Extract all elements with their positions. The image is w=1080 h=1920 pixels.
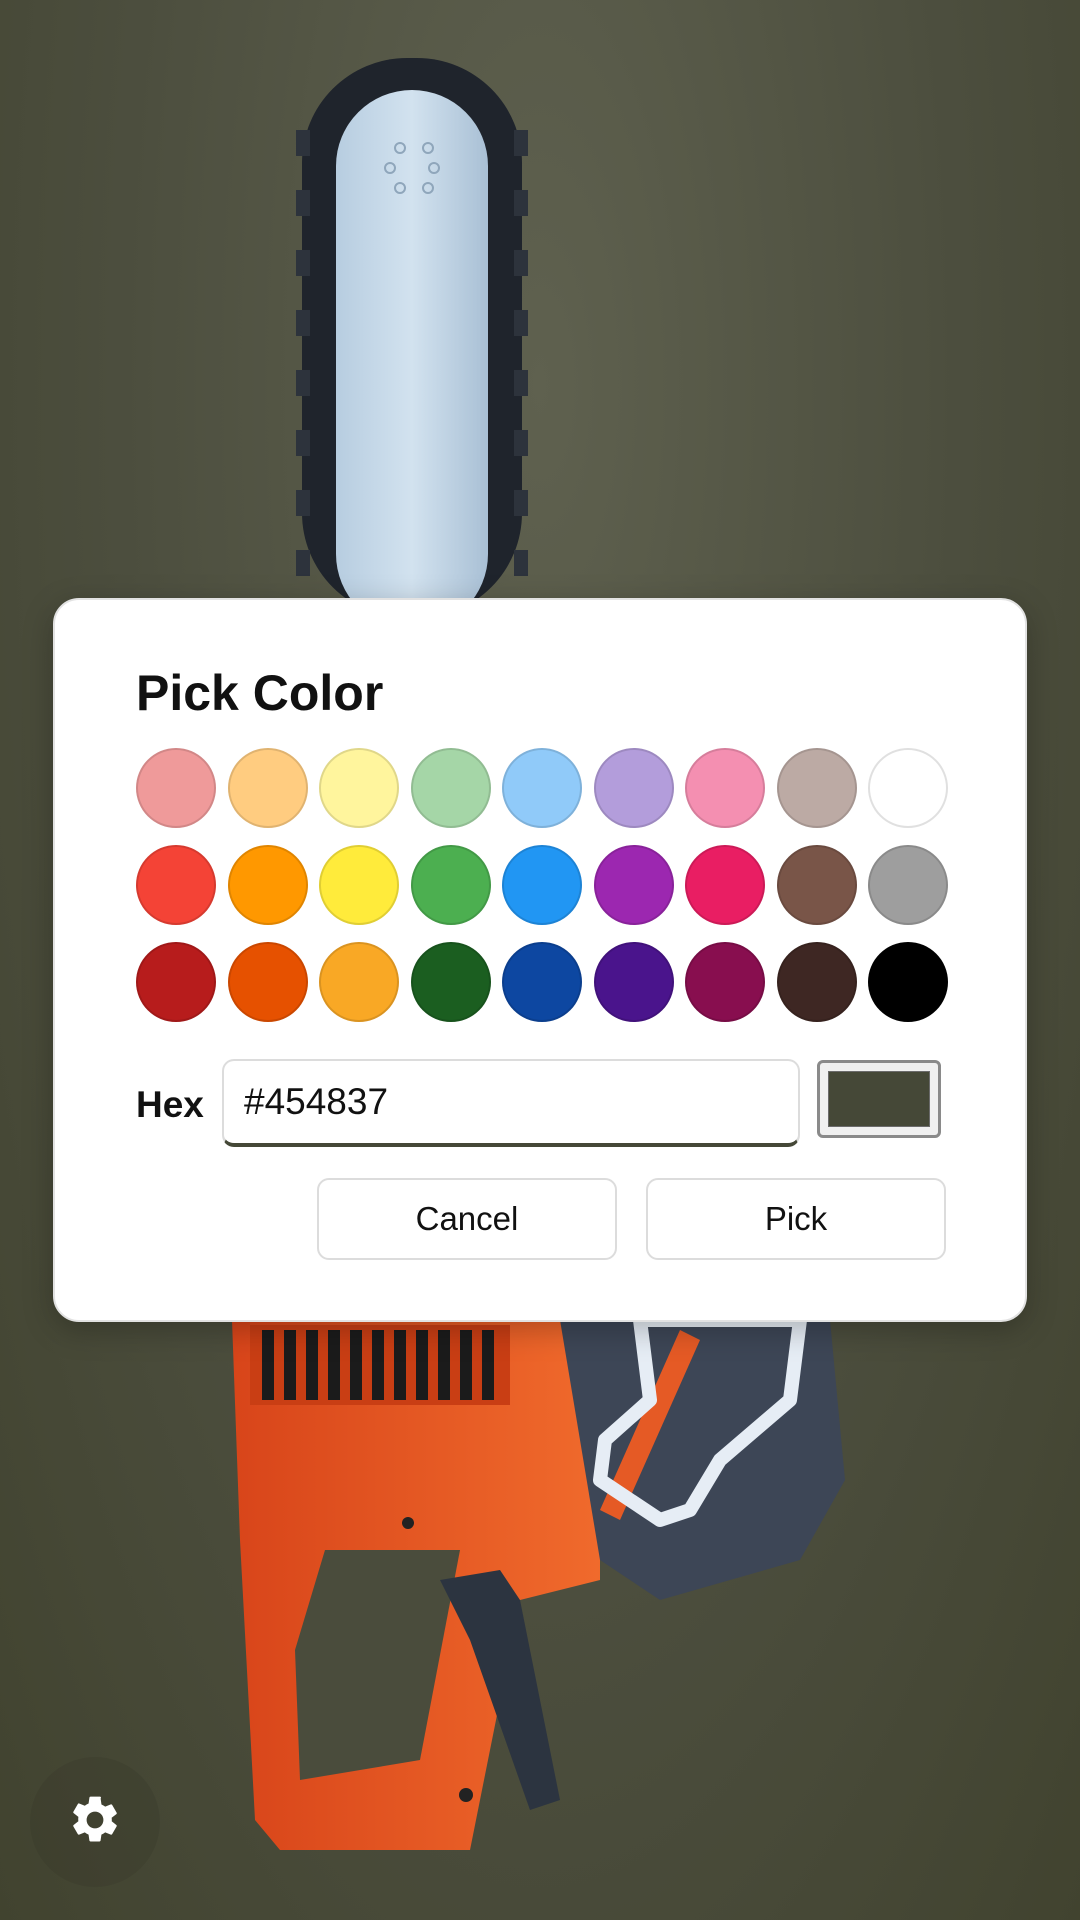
color-swatch[interactable] xyxy=(319,845,399,925)
color-swatch[interactable] xyxy=(410,845,491,925)
color-swatch[interactable] xyxy=(685,942,765,1022)
color-swatch[interactable] xyxy=(593,845,674,925)
color-swatch[interactable] xyxy=(502,942,582,1022)
color-swatch[interactable] xyxy=(502,845,582,925)
color-swatch[interactable] xyxy=(319,748,399,828)
dialog-title: Pick Color xyxy=(136,665,384,721)
color-swatch[interactable] xyxy=(868,845,948,925)
color-swatch[interactable] xyxy=(227,845,308,925)
color-swatch[interactable] xyxy=(227,748,308,828)
color-swatch[interactable] xyxy=(410,942,491,1022)
color-preview xyxy=(817,1060,941,1138)
pick-button[interactable]: Pick xyxy=(646,1178,946,1260)
color-swatch[interactable] xyxy=(776,748,857,828)
color-swatch[interactable] xyxy=(227,942,308,1022)
color-preview-fill xyxy=(828,1071,930,1127)
color-picker-dialog: Pick Color Hex Cancel Pick xyxy=(53,598,1027,1322)
hex-label: Hex xyxy=(136,1084,204,1125)
hex-input[interactable] xyxy=(222,1059,800,1147)
color-swatch[interactable] xyxy=(868,942,948,1022)
color-swatch[interactable] xyxy=(319,942,399,1022)
color-swatch[interactable] xyxy=(136,942,216,1022)
color-swatch[interactable] xyxy=(593,748,674,828)
color-swatch[interactable] xyxy=(685,845,765,925)
color-swatch[interactable] xyxy=(593,942,674,1022)
gear-icon xyxy=(67,1792,123,1853)
settings-button[interactable] xyxy=(30,1757,160,1887)
swatch-grid xyxy=(136,748,948,1022)
color-swatch[interactable] xyxy=(776,942,857,1022)
color-swatch[interactable] xyxy=(776,845,857,925)
cancel-button[interactable]: Cancel xyxy=(317,1178,617,1260)
color-swatch[interactable] xyxy=(136,748,216,828)
color-swatch[interactable] xyxy=(136,845,216,925)
color-swatch[interactable] xyxy=(410,748,491,828)
color-swatch[interactable] xyxy=(685,748,765,828)
color-swatch[interactable] xyxy=(502,748,582,828)
color-swatch[interactable] xyxy=(868,748,948,828)
